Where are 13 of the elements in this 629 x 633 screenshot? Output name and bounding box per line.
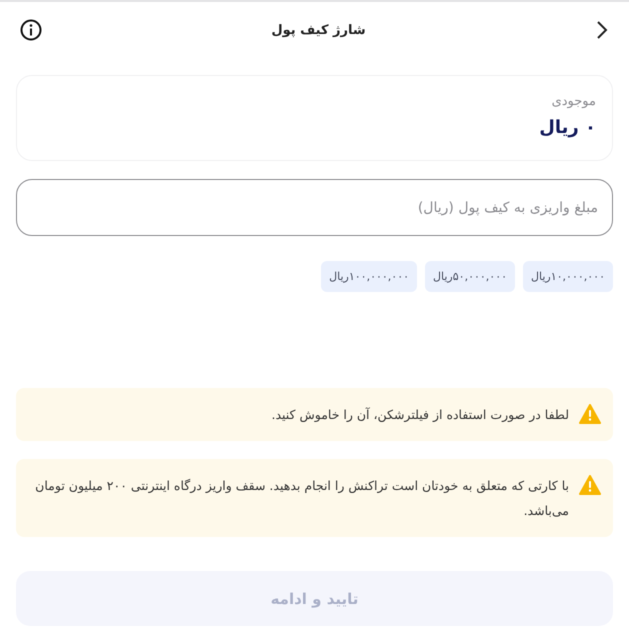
amount-chip[interactable]: ۵۰,۰۰۰,۰۰۰ریال <box>425 261 516 292</box>
balance-label: موجودی <box>550 94 596 109</box>
info-button[interactable] <box>20 19 42 41</box>
alert-text: لطفا در صورت استفاده از فیلترشکن، آن را خاموش کنید. <box>271 406 569 424</box>
warning-icon <box>579 475 601 495</box>
alert-text: با کارتی که متعلق به خودتان است تراکنش را انجام بدهید. سقف واریز درگاه اینترنتی ۲۰۰ میلیون تومان می‌باشد. <box>34 477 569 520</box>
warning-icon <box>579 404 601 424</box>
amount-chip[interactable]: ۱۰۰,۰۰۰,۰۰۰ریال <box>321 261 418 292</box>
amount-field[interactable]: مبلغ واریزی به کیف پول (ریال) <box>16 179 613 236</box>
amount-chip[interactable]: ۱۰,۰۰۰,۰۰۰ریال <box>523 261 613 292</box>
balance-value: ۰ ریال <box>538 117 596 138</box>
page-title: شارژ کیف پول <box>271 22 366 38</box>
back-button[interactable] <box>595 20 609 40</box>
